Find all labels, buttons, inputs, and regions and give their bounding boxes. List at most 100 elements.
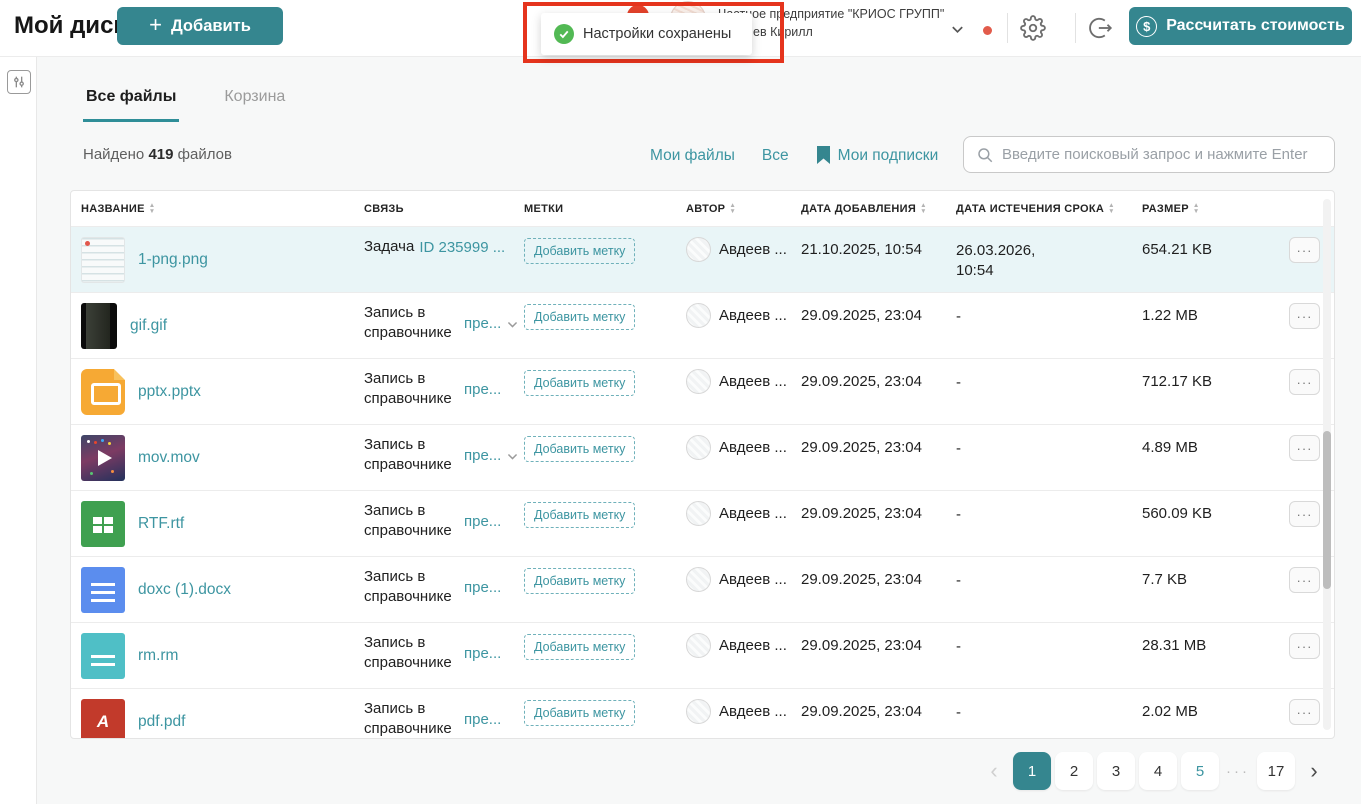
chevron-down-icon[interactable] xyxy=(506,318,519,331)
pagination-page[interactable]: 17 xyxy=(1257,752,1295,790)
filter-my-files[interactable]: Мои файлы xyxy=(650,147,735,165)
author-name: Авдеев ... xyxy=(719,637,787,654)
add-tag-button[interactable]: Добавить метку xyxy=(524,304,635,330)
row-actions-button[interactable]: ··· xyxy=(1289,237,1320,263)
pagination-page[interactable]: 5 xyxy=(1181,752,1219,790)
gear-icon[interactable] xyxy=(1020,15,1046,44)
table-row: mov.mov Запись в справочнике пре... Доба… xyxy=(71,424,1334,490)
tab-bar: Все файлы Корзина xyxy=(83,88,288,122)
filter-subscriptions[interactable]: Мои подписки xyxy=(816,146,939,165)
date-added: 29.09.2025, 23:04 xyxy=(801,293,956,324)
add-tag-button[interactable]: Добавить метку xyxy=(524,238,635,264)
file-thumbnail xyxy=(81,633,125,679)
pagination-next[interactable]: › xyxy=(1299,752,1329,790)
row-actions-button[interactable]: ··· xyxy=(1289,501,1320,527)
chevron-down-icon[interactable] xyxy=(506,450,519,463)
author-name: Авдеев ... xyxy=(719,703,787,720)
file-thumbnail xyxy=(81,567,125,613)
date-added: 29.09.2025, 23:04 xyxy=(801,623,956,654)
logout-icon[interactable] xyxy=(1088,15,1114,44)
file-name-link[interactable]: pdf.pdf xyxy=(138,713,185,731)
relation-link[interactable]: пре... xyxy=(464,645,501,662)
results-count: Найдено 419 файлов xyxy=(83,146,232,163)
row-actions-button[interactable]: ··· xyxy=(1289,633,1320,659)
row-actions-button[interactable]: ··· xyxy=(1289,369,1320,395)
file-name-link[interactable]: mov.mov xyxy=(138,449,200,467)
table-header-row: Название▲▼СвязьМеткиАвтор▲▼Дата добавлен… xyxy=(71,191,1334,226)
relation-link[interactable]: пре... xyxy=(464,513,501,530)
relation-link[interactable]: пре... xyxy=(464,315,501,332)
pagination-ellipsis: ··· xyxy=(1223,763,1253,780)
add-tag-button[interactable]: Добавить метку xyxy=(524,370,635,396)
play-icon xyxy=(98,450,112,466)
pagination-page[interactable]: 4 xyxy=(1139,752,1177,790)
filter-all[interactable]: Все xyxy=(762,147,789,165)
column-header[interactable]: Название▲▼ xyxy=(81,203,364,215)
add-tag-button[interactable]: Добавить метку xyxy=(524,634,635,660)
calculate-cost-button[interactable]: $ Рассчитать стоимость xyxy=(1129,7,1352,45)
relation-type: Запись в справочнике xyxy=(364,303,459,344)
chevron-down-icon[interactable] xyxy=(950,22,965,42)
add-tag-button[interactable]: Добавить метку xyxy=(524,436,635,462)
sort-icon[interactable]: ▲▼ xyxy=(920,203,927,214)
filters-icon[interactable] xyxy=(7,70,31,94)
date-added: 29.09.2025, 23:04 xyxy=(801,425,956,456)
column-header[interactable]: Автор▲▼ xyxy=(686,203,801,215)
author-name: Авдеев ... xyxy=(719,505,787,522)
relation-link[interactable]: пре... xyxy=(464,579,501,596)
file-name-link[interactable]: doxc (1).docx xyxy=(138,581,231,599)
pagination-page[interactable]: 1 xyxy=(1013,752,1051,790)
files-table: Название▲▼СвязьМеткиАвтор▲▼Дата добавлен… xyxy=(70,190,1335,739)
file-name-link[interactable]: RTF.rtf xyxy=(138,515,184,533)
add-tag-button[interactable]: Добавить метку xyxy=(524,700,635,726)
file-name-link[interactable]: 1-png.png xyxy=(138,251,208,269)
column-header[interactable]: Дата добавления▲▼ xyxy=(801,203,956,215)
relation-type: Запись в справочнике xyxy=(364,699,459,739)
row-actions-button[interactable]: ··· xyxy=(1289,567,1320,593)
relation-link[interactable]: пре... xyxy=(464,711,501,728)
file-size: 7.7 KB xyxy=(1142,557,1254,588)
column-header[interactable]: Размер▲▼ xyxy=(1142,203,1254,215)
author-name: Авдеев ... xyxy=(719,307,787,324)
file-size: 1.22 MB xyxy=(1142,293,1254,324)
scrollbar-thumb[interactable] xyxy=(1323,431,1331,589)
avatar xyxy=(686,237,711,262)
file-name-link[interactable]: pptx.pptx xyxy=(138,383,201,401)
search-input[interactable] xyxy=(1002,146,1322,163)
row-actions-button[interactable]: ··· xyxy=(1289,699,1320,725)
row-actions-button[interactable]: ··· xyxy=(1289,303,1320,329)
avatar xyxy=(686,435,711,460)
file-name-link[interactable]: rm.rm xyxy=(138,647,178,665)
date-added: 29.09.2025, 23:04 xyxy=(801,491,956,522)
sort-icon[interactable]: ▲▼ xyxy=(729,203,736,214)
pagination-prev[interactable]: ‹ xyxy=(979,752,1009,790)
add-button[interactable]: + Добавить xyxy=(117,7,283,45)
add-tag-button[interactable]: Добавить метку xyxy=(524,568,635,594)
file-name-link[interactable]: gif.gif xyxy=(130,317,167,335)
avatar xyxy=(686,369,711,394)
relation-link[interactable]: пре... xyxy=(464,447,501,464)
table-row: gif.gif Запись в справочнике пре... Доба… xyxy=(71,292,1334,358)
row-actions-button[interactable]: ··· xyxy=(1289,435,1320,461)
relation-link[interactable]: пре... xyxy=(464,381,501,398)
relation-link[interactable]: ID 235999 ... xyxy=(419,239,505,256)
sort-icon[interactable]: ▲▼ xyxy=(1108,203,1115,214)
sort-icon[interactable]: ▲▼ xyxy=(149,203,156,214)
author-name: Авдеев ... xyxy=(719,571,787,588)
tab-all-files[interactable]: Все файлы xyxy=(83,88,179,122)
column-header[interactable]: Дата истечения срока▲▼ xyxy=(956,203,1142,215)
pagination-page[interactable]: 2 xyxy=(1055,752,1093,790)
date-added: 21.10.2025, 10:54 xyxy=(801,227,956,258)
add-tag-button[interactable]: Добавить метку xyxy=(524,502,635,528)
relation-type: Запись в справочнике xyxy=(364,435,459,476)
toast-notification: Настройки сохранены xyxy=(541,13,752,55)
file-thumbnail xyxy=(81,303,117,349)
status-dot xyxy=(983,26,992,35)
tab-trash[interactable]: Корзина xyxy=(221,88,288,122)
date-expires: - xyxy=(956,293,1142,327)
file-size: 28.31 MB xyxy=(1142,623,1254,654)
pagination-page[interactable]: 3 xyxy=(1097,752,1135,790)
file-size: 654.21 KB xyxy=(1142,227,1254,258)
avatar xyxy=(686,567,711,592)
sort-icon[interactable]: ▲▼ xyxy=(1193,203,1200,214)
